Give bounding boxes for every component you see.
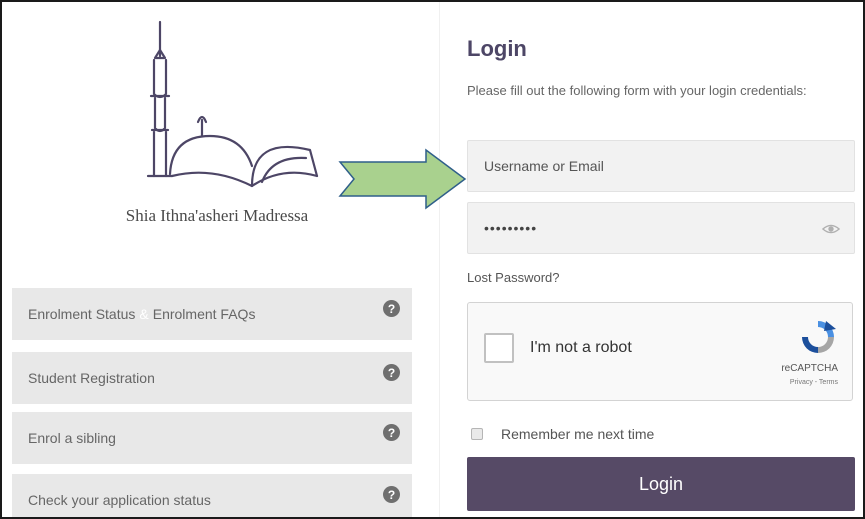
remember-me[interactable]: Remember me next time: [471, 426, 654, 442]
nav-item-check-status[interactable]: Check your application status ?: [12, 474, 412, 517]
nav-item-student-registration[interactable]: Student Registration ?: [12, 352, 412, 404]
login-title: Login: [467, 36, 527, 61]
nav-item-enrolment-status[interactable]: Enrolment Status & Enrolment FAQs ?: [12, 288, 412, 340]
password-input[interactable]: •••••••••: [467, 202, 855, 254]
help-icon[interactable]: ?: [383, 364, 400, 381]
recaptcha-checkbox[interactable]: [484, 333, 514, 363]
help-icon[interactable]: ?: [383, 300, 400, 317]
screenshot-frame: Shia Ithna'asheri Madressa Enrolment Sta…: [0, 0, 865, 519]
nav-label-enrolment-status[interactable]: Enrolment Status: [28, 306, 135, 322]
recaptcha-label: I'm not a robot: [530, 339, 632, 356]
recaptcha-links[interactable]: Privacy - Terms: [790, 379, 838, 386]
mosque-book-logo-icon: [146, 20, 319, 188]
nav-item-enrol-sibling[interactable]: Enrol a sibling ?: [12, 412, 412, 464]
madressa-logo: Shia Ithna'asheri Madressa: [102, 16, 332, 236]
arrow-shape: [338, 148, 467, 210]
recaptcha-icon: [802, 321, 836, 353]
help-icon[interactable]: ?: [383, 486, 400, 503]
remember-checkbox[interactable]: [471, 428, 483, 440]
nav-separator: &: [139, 306, 149, 322]
login-panel: Login Please fill out the following form…: [467, 2, 857, 517]
login-button[interactable]: Login: [467, 457, 855, 511]
lost-password-link[interactable]: Lost Password?: [467, 270, 560, 285]
help-icon[interactable]: ?: [383, 424, 400, 441]
left-panel: Shia Ithna'asheri Madressa Enrolment Sta…: [12, 2, 412, 517]
password-value: •••••••••: [484, 220, 538, 236]
recaptcha-brand: reCAPTCHA: [781, 363, 838, 374]
arrow-icon: [338, 148, 467, 210]
recaptcha-widget: I'm not a robot reCAPTCHA Privacy - Term…: [467, 302, 853, 401]
username-placeholder: Username or Email: [484, 158, 604, 174]
login-description: Please fill out the following form with …: [467, 83, 807, 98]
remember-label: Remember me next time: [501, 426, 655, 442]
column-divider: [439, 2, 440, 517]
nav-label: Student Registration: [28, 370, 155, 386]
nav-label-enrolment-faqs[interactable]: Enrolment FAQs: [153, 306, 256, 322]
nav-label: Check your application status: [28, 492, 211, 508]
eye-icon[interactable]: [822, 220, 840, 238]
nav-label: Enrol a sibling: [28, 430, 116, 446]
username-input[interactable]: Username or Email: [467, 140, 855, 192]
madressa-name: Shia Ithna'asheri Madressa: [125, 206, 309, 225]
